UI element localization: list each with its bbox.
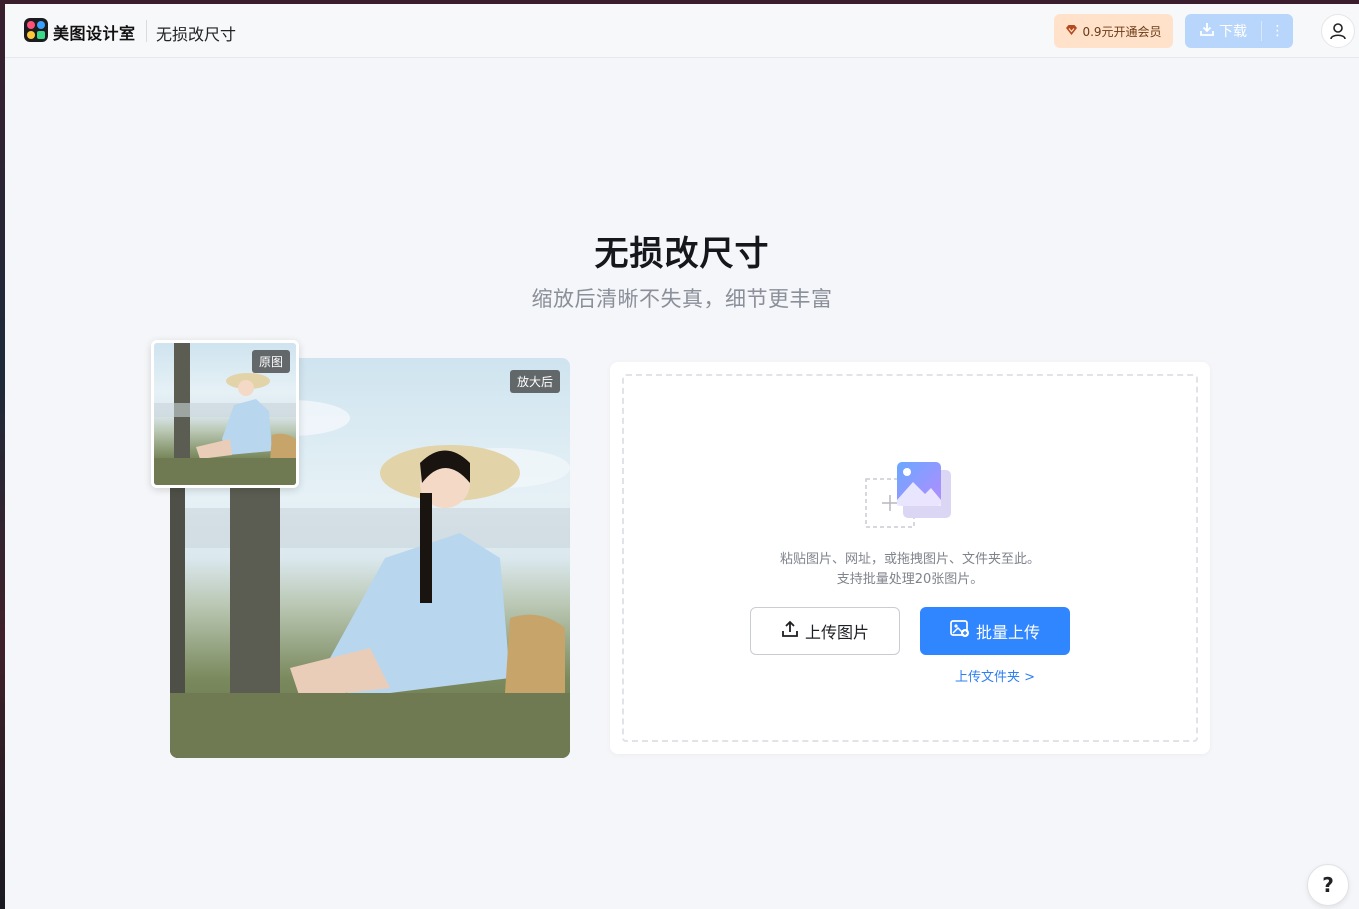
tool-title: 无损改尺寸 bbox=[156, 25, 237, 44]
drop-zone[interactable]: 粘贴图片、网址，或拖拽图片、文件夹至此。 支持批量处理20张图片。 上传图片 批… bbox=[622, 374, 1198, 742]
diamond-icon bbox=[1065, 24, 1078, 39]
brand-name[interactable]: 美图设计室 bbox=[53, 20, 136, 44]
vip-label: 0.9元开通会员 bbox=[1082, 24, 1162, 39]
help-icon[interactable]: ? bbox=[1307, 864, 1349, 906]
page-subtitle: 缩放后清晰不失真，细节更丰富 bbox=[531, 287, 833, 311]
original-tag: 原图 bbox=[251, 350, 290, 373]
upload-image-icon bbox=[865, 460, 955, 530]
upload-image-button[interactable]: 上传图片 bbox=[750, 607, 900, 655]
original-demo-photo: 原图 bbox=[151, 340, 299, 488]
download-more-icon[interactable]: ⋮ bbox=[1262, 23, 1293, 39]
drop-hint: 粘贴图片、网址，或拖拽图片、文件夹至此。 bbox=[779, 552, 1040, 567]
enlarged-tag: 放大后 bbox=[509, 370, 560, 393]
batch-images-icon bbox=[950, 620, 970, 642]
user-avatar-icon[interactable] bbox=[1321, 14, 1355, 48]
batch-upload-button[interactable]: 批量上传 bbox=[920, 607, 1070, 655]
meitu-logo-icon[interactable] bbox=[24, 18, 48, 42]
batch-limit-hint: 支持批量处理20张图片。 bbox=[836, 572, 984, 587]
top-bar: 美图设计室 无损改尺寸 0.9元开通会员 下载 ⋮ bbox=[5, 4, 1359, 58]
page-title: 无损改尺寸 bbox=[594, 234, 770, 274]
download-button[interactable]: 下载 ⋮ bbox=[1185, 14, 1293, 48]
upload-folder-link[interactable]: 上传文件夹 > bbox=[920, 666, 1070, 685]
upload-panel: 粘贴图片、网址，或拖拽图片、文件夹至此。 支持批量处理20张图片。 上传图片 批… bbox=[610, 362, 1210, 754]
upload-image-label: 上传图片 bbox=[804, 623, 869, 642]
vip-button[interactable]: 0.9元开通会员 bbox=[1054, 14, 1173, 48]
download-label: 下载 bbox=[1219, 24, 1247, 40]
download-icon bbox=[1199, 21, 1215, 41]
upload-icon bbox=[781, 620, 799, 642]
header-divider bbox=[146, 20, 147, 42]
app-window: 美图设计室 无损改尺寸 0.9元开通会员 下载 ⋮ 无损改尺寸 缩放后清晰不失真… bbox=[5, 4, 1359, 909]
batch-upload-label: 批量上传 bbox=[975, 623, 1040, 642]
